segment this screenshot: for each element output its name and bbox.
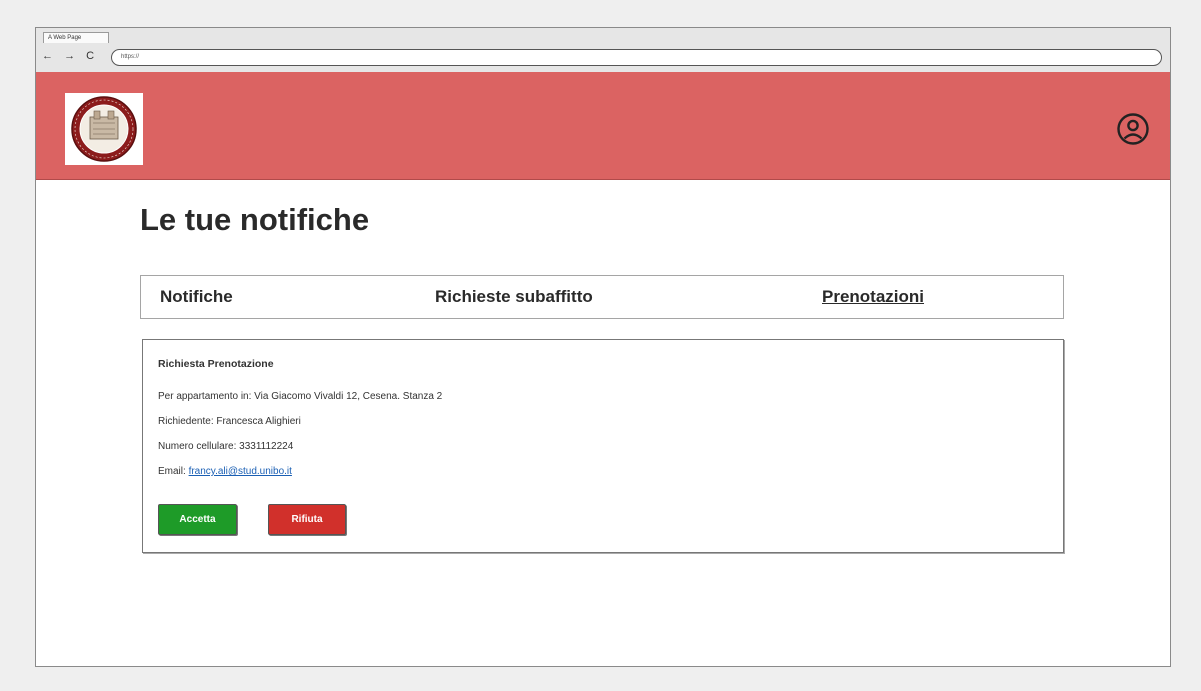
browser-chrome: A Web Page ← → C https:// <box>36 28 1170 73</box>
tab-prenotazioni[interactable]: Prenotazioni <box>822 287 924 307</box>
browser-window: A Web Page ← → C https:// Le tue notific… <box>35 27 1171 667</box>
address-bar[interactable]: https:// <box>111 49 1162 66</box>
user-account-icon[interactable] <box>1116 112 1150 146</box>
reload-icon[interactable]: C <box>86 50 98 62</box>
apartment-info: Per appartamento in: Via Giacomo Vivaldi… <box>158 391 443 402</box>
notification-heading: Richiesta Prenotazione <box>158 358 274 370</box>
forward-arrow-icon[interactable]: → <box>64 50 79 62</box>
page-title: Le tue notifiche <box>140 202 370 237</box>
university-logo[interactable] <box>65 93 143 165</box>
browser-nav: ← → C <box>42 50 98 62</box>
email-link[interactable]: francy.ali@stud.unibo.it <box>189 466 292 477</box>
site-header <box>36 72 1170 180</box>
browser-tab[interactable]: A Web Page <box>43 32 109 43</box>
notification-card: Richiesta Prenotazione Per appartamento … <box>142 339 1064 553</box>
seal-icon <box>71 96 137 162</box>
tab-notifiche[interactable]: Notifiche <box>160 287 233 307</box>
email-label: Email: <box>158 466 186 477</box>
accept-button[interactable]: Accetta <box>158 504 237 535</box>
tab-richieste-subaffitto[interactable]: Richieste subaffitto <box>435 287 593 307</box>
requester-info: Richiedente: Francesca Alighieri <box>158 416 301 427</box>
email-info: Email: francy.ali@stud.unibo.it <box>158 466 292 477</box>
notification-tabs: Notifiche Richieste subaffitto Prenotazi… <box>140 275 1064 319</box>
phone-info: Numero cellulare: 3331112224 <box>158 441 294 452</box>
reject-button[interactable]: Rifiuta <box>268 504 346 535</box>
back-arrow-icon[interactable]: ← <box>42 50 57 62</box>
